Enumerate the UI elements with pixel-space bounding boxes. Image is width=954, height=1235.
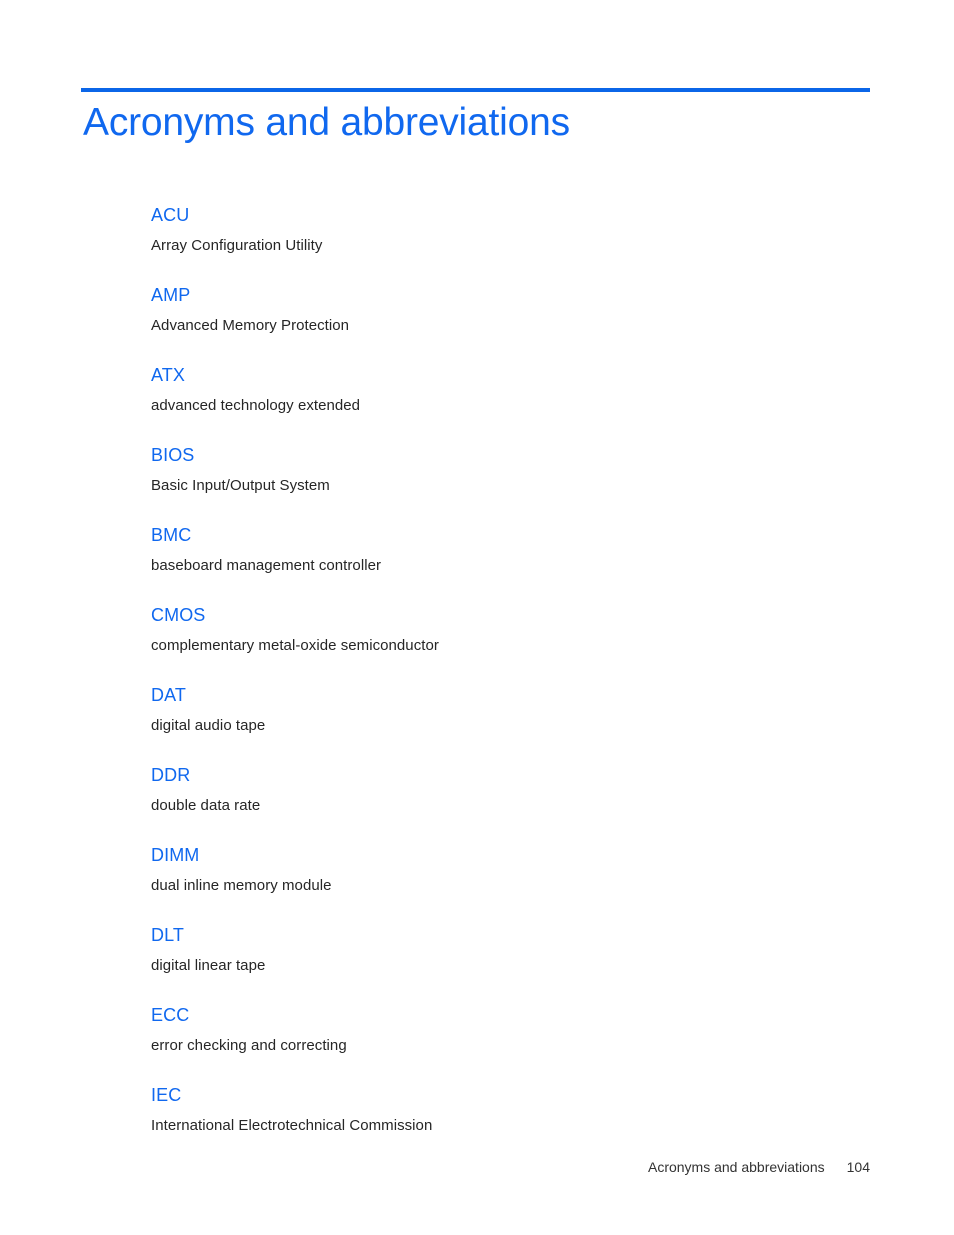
glossary-definition: error checking and correcting <box>151 1037 347 1054</box>
glossary-term: ECC <box>151 1005 190 1025</box>
glossary-definition: dual inline memory module <box>151 877 332 894</box>
footer-page-number: 104 <box>846 1159 870 1175</box>
glossary-definition: double data rate <box>151 797 261 814</box>
glossary-term: ATX <box>151 365 185 385</box>
glossary-entry: ACU Array Configuration Utility <box>151 204 851 256</box>
glossary-term: DAT <box>151 685 186 705</box>
footer-chapter-label: Acronyms and abbreviations <box>647 1159 825 1175</box>
glossary-entry: AMP Advanced Memory Protection <box>151 284 851 336</box>
glossary-entry: ATX advanced technology extended <box>151 364 851 416</box>
glossary-definition: baseboard management controller <box>151 557 382 574</box>
glossary-definition: digital linear tape <box>151 957 266 974</box>
glossary-definition: Basic Input/Output System <box>151 477 330 494</box>
page-heading-block: Acronyms and abbreviations <box>81 88 870 146</box>
glossary-entry: BIOS Basic Input/Output System <box>151 444 851 496</box>
glossary-definition: Array Configuration Utility <box>151 237 323 254</box>
glossary-term: IEC <box>151 1085 182 1105</box>
glossary-term: BIOS <box>151 445 195 465</box>
glossary-term: BMC <box>151 525 192 545</box>
page-footer: Acronyms and abbreviations 104 <box>81 1158 870 1176</box>
glossary-definition: International Electrotechnical Commissio… <box>151 1117 433 1134</box>
glossary-entry: DDR double data rate <box>151 764 851 816</box>
glossary-definition: Advanced Memory Protection <box>151 317 350 334</box>
glossary-list: ACU Array Configuration Utility AMP Adva… <box>151 204 851 1136</box>
glossary-entry: DAT digital audio tape <box>151 684 851 736</box>
glossary-entry: DIMM dual inline memory module <box>151 844 851 896</box>
page-title: Acronyms and abbreviations <box>83 101 570 144</box>
glossary-term: AMP <box>151 285 191 305</box>
glossary-term: ACU <box>151 205 190 225</box>
glossary-definition: digital audio tape <box>151 717 266 734</box>
glossary-entry: DLT digital linear tape <box>151 924 851 976</box>
glossary-term: DDR <box>151 765 191 785</box>
glossary-definition: complementary metal-oxide semiconductor <box>151 637 439 654</box>
glossary-term: DLT <box>151 925 184 945</box>
glossary-entry: ECC error checking and correcting <box>151 1004 851 1056</box>
glossary-term: CMOS <box>151 605 206 625</box>
glossary-term: DIMM <box>151 845 200 865</box>
glossary-definition: advanced technology extended <box>151 397 361 414</box>
glossary-entry: BMC baseboard management controller <box>151 524 851 576</box>
document-page: Acronyms and abbreviations ACU Array Con… <box>0 0 954 1235</box>
glossary-entry: CMOS complementary metal-oxide semicondu… <box>151 604 851 656</box>
glossary-entry: IEC International Electrotechnical Commi… <box>151 1084 851 1136</box>
